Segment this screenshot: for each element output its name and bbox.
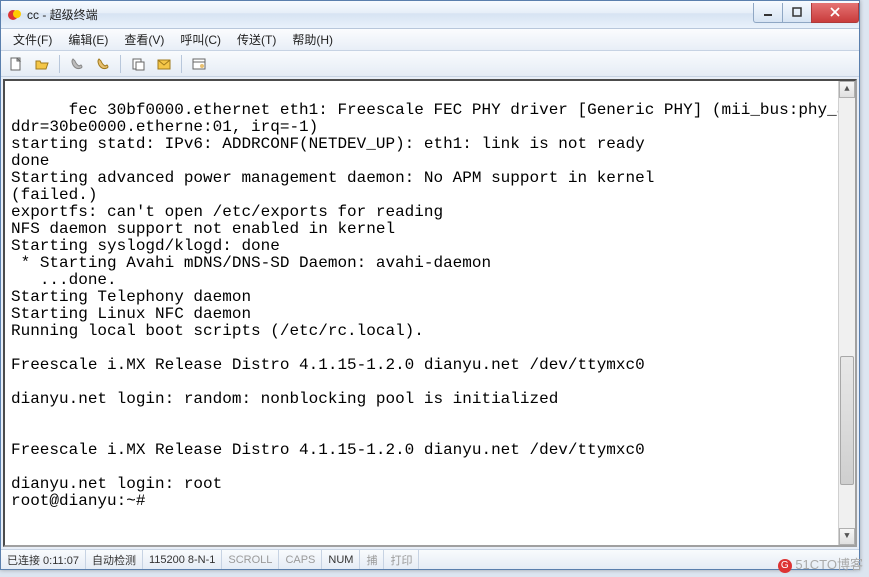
menu-call[interactable]: 呼叫(C) [172, 29, 229, 50]
menubar: 文件(F) 编辑(E) 查看(V) 呼叫(C) 传送(T) 帮助(H) [1, 29, 859, 51]
status-capture: 捕 [360, 550, 384, 569]
toolbar [1, 51, 859, 77]
menu-view[interactable]: 查看(V) [116, 29, 172, 50]
status-settings: 115200 8-N-1 [143, 550, 222, 569]
window-controls [754, 3, 859, 23]
terminal[interactable]: fec 30bf0000.ethernet eth1: Freescale FE… [3, 79, 857, 547]
statusbar: 已连接 0:11:07 自动检测 115200 8-N-1 SCROLL CAP… [1, 549, 859, 569]
menu-edit[interactable]: 编辑(E) [60, 29, 116, 50]
menu-file[interactable]: 文件(F) [5, 29, 60, 50]
scroll-up-button[interactable]: ▲ [839, 81, 855, 98]
titlebar: cc - 超级终端 [1, 1, 859, 29]
toolbar-separator [59, 55, 60, 73]
call-button[interactable] [66, 53, 88, 75]
status-autodetect: 自动检测 [86, 550, 143, 569]
minimize-button[interactable] [753, 3, 783, 23]
scroll-track[interactable] [839, 98, 855, 528]
status-num: NUM [322, 550, 360, 569]
toolbar-separator [120, 55, 121, 73]
watermark-text: 51CTO博客 [795, 557, 863, 572]
status-connected: 已连接 0:11:07 [1, 550, 86, 569]
window-title: cc - 超级终端 [27, 6, 98, 23]
send-button[interactable] [127, 53, 149, 75]
properties-button[interactable] [188, 53, 210, 75]
status-caps: CAPS [279, 550, 322, 569]
menu-transfer[interactable]: 传送(T) [229, 29, 284, 50]
terminal-output: fec 30bf0000.ethernet eth1: Freescale FE… [11, 101, 846, 510]
new-button[interactable] [5, 53, 27, 75]
scroll-thumb[interactable] [840, 356, 854, 485]
scroll-down-button[interactable]: ▼ [839, 528, 855, 545]
status-scroll: SCROLL [222, 550, 279, 569]
watermark: G 51CTO博客 [778, 554, 863, 573]
app-icon [7, 7, 23, 23]
receive-button[interactable] [153, 53, 175, 75]
maximize-button[interactable] [782, 3, 812, 23]
close-button[interactable] [811, 3, 859, 23]
terminal-scrollbar[interactable]: ▲ ▼ [838, 81, 855, 545]
terminal-frame: fec 30bf0000.ethernet eth1: Freescale FE… [1, 77, 859, 549]
disconnect-button[interactable] [92, 53, 114, 75]
status-print: 打印 [384, 550, 419, 569]
menu-help[interactable]: 帮助(H) [284, 29, 341, 50]
open-button[interactable] [31, 53, 53, 75]
app-window: cc - 超级终端 文件(F) 编辑(E) 查看(V) 呼叫(C) 传送(T) … [0, 0, 860, 570]
toolbar-separator [181, 55, 182, 73]
